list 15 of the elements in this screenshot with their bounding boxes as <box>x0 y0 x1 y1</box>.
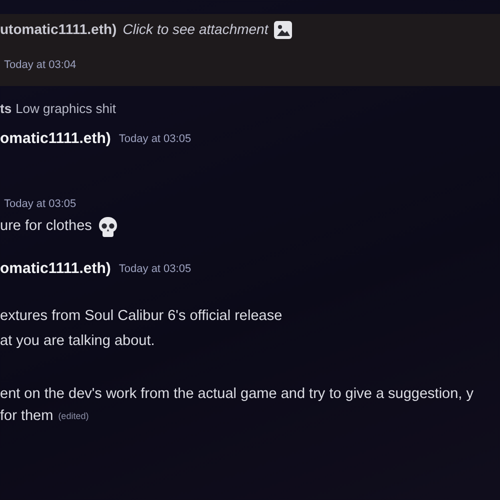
message-text: at you are talking about. <box>0 332 155 351</box>
reply-preview-text: Low graphics shit <box>16 100 116 118</box>
message-text: ent on the dev's work from the actual game and try to give a suggestion, y <box>0 384 474 404</box>
timestamp: Today at 03:05 <box>118 262 192 276</box>
edited-label: (edited) <box>58 410 89 424</box>
message-text: ure for clothes <box>0 216 92 236</box>
reply-author: ts <box>0 100 12 118</box>
message-text: for them <box>0 407 54 426</box>
username: omatic1111.eth) <box>0 258 111 278</box>
username: utomatic1111.eth) <box>0 20 117 39</box>
message-text: extures from Soul Calibur 6's official release <box>0 307 282 326</box>
timestamp: Today at 03:05 <box>4 197 76 212</box>
username: omatic1111.eth) <box>0 128 111 148</box>
timestamp: Today at 03:05 <box>118 132 192 146</box>
timestamp: Today at 03:04 <box>4 59 76 71</box>
